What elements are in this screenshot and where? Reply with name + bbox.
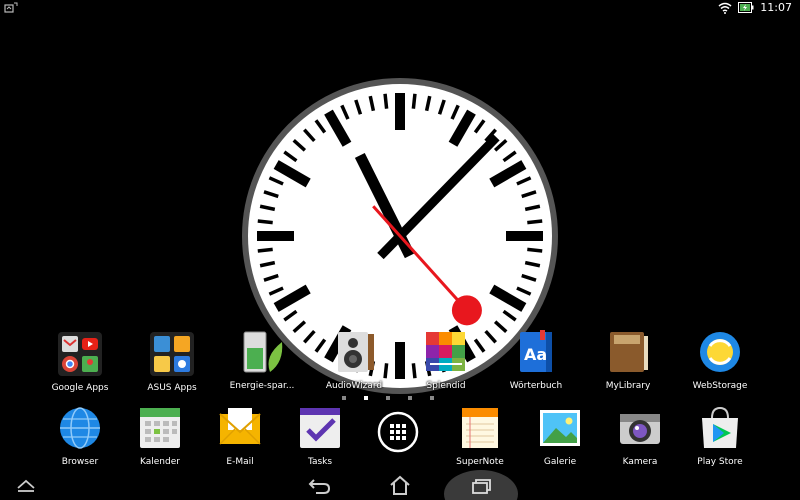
calendar-icon — [140, 408, 180, 448]
page-dot — [364, 396, 368, 400]
page-indicator — [342, 396, 434, 400]
clock-minute-tick — [527, 219, 543, 225]
globe-icon — [60, 407, 100, 449]
dictionary-icon: Aa — [520, 330, 552, 372]
app-asus-apps[interactable]: ASUS Apps — [130, 330, 214, 393]
camera-icon — [620, 414, 660, 444]
play-store-icon — [702, 406, 738, 448]
supernote-icon — [462, 408, 498, 448]
app-google-apps[interactable]: Google Apps — [38, 330, 122, 393]
clock-second-dot — [451, 295, 482, 326]
wifi-icon — [718, 2, 732, 14]
page-dot — [342, 396, 346, 400]
navigation-bar — [0, 470, 800, 500]
status-time: 11:07 — [760, 1, 792, 14]
notification-icon[interactable] — [4, 2, 18, 14]
app-kalender[interactable]: Kalender — [118, 404, 202, 467]
app-mylibrary[interactable]: MyLibrary — [586, 328, 670, 391]
app-label: Tasks — [307, 457, 333, 467]
app-galerie[interactable]: Galerie — [518, 404, 602, 467]
tasks-icon — [300, 408, 340, 448]
app-label: MyLibrary — [605, 381, 651, 391]
svg-text:Aa: Aa — [524, 345, 547, 364]
app-woerterbuch[interactable]: Aa Wörterbuch — [494, 328, 578, 391]
gallery-icon — [540, 410, 580, 446]
app-label: AudioWizard — [325, 381, 383, 391]
app-label: SuperNote — [456, 457, 504, 467]
app-label: E-Mail — [226, 457, 254, 467]
app-label: Play Store — [697, 457, 743, 467]
app-supernote[interactable]: SuperNote — [438, 404, 522, 467]
google-apps-folder-icon — [58, 332, 102, 376]
splendid-icon — [426, 332, 465, 371]
up-arrow-icon[interactable] — [14, 470, 38, 500]
app-label: Kalender — [140, 457, 180, 467]
app-label: Kamera — [622, 457, 658, 467]
app-label: Energie-spar... — [229, 381, 295, 391]
clock-minute-tick — [257, 247, 273, 253]
webstorage-icon — [700, 332, 740, 372]
clock-minute-tick — [383, 93, 389, 109]
recents-button[interactable] — [444, 470, 518, 500]
back-icon[interactable] — [306, 470, 334, 500]
home-icon[interactable] — [386, 470, 414, 500]
page-dot — [386, 396, 390, 400]
app-drawer-button[interactable] — [356, 408, 440, 456]
clock-minute-tick — [257, 219, 273, 225]
app-splendid[interactable]: Splendid — [404, 328, 488, 391]
app-label: Splendid — [426, 381, 466, 391]
app-label: Wörterbuch — [509, 381, 563, 391]
app-kamera[interactable]: Kamera — [598, 404, 682, 467]
app-email[interactable]: E-Mail — [198, 404, 282, 467]
page-dot — [408, 396, 412, 400]
app-webstorage[interactable]: WebStorage — [678, 328, 762, 391]
app-label: Browser — [61, 457, 99, 467]
app-label: WebStorage — [692, 381, 748, 391]
clock-minute-tick — [411, 93, 417, 109]
app-drawer-icon — [377, 411, 419, 453]
app-tasks[interactable]: Tasks — [278, 404, 362, 467]
speaker-icon — [338, 332, 374, 372]
clock-minute-tick — [527, 247, 543, 253]
battery-charging-icon — [738, 2, 754, 13]
app-label: ASUS Apps — [147, 383, 197, 393]
app-play-store[interactable]: Play Store — [678, 404, 762, 467]
app-label: Google Apps — [51, 383, 109, 393]
book-icon — [610, 332, 648, 372]
app-audiowizard[interactable]: AudioWizard — [312, 328, 396, 391]
power-saver-icon — [243, 331, 283, 373]
app-label: Galerie — [543, 457, 577, 467]
page-dot — [430, 396, 434, 400]
app-energie-sparen[interactable]: Energie-spar... — [220, 328, 304, 391]
app-browser[interactable]: Browser — [38, 404, 122, 467]
status-bar: 11:07 — [0, 0, 800, 16]
asus-apps-folder-icon — [150, 332, 194, 376]
mail-icon — [219, 408, 261, 445]
